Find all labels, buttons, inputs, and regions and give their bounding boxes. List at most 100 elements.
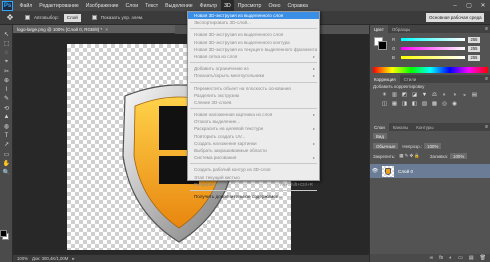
auto-select-checkbox[interactable]	[25, 15, 30, 20]
slider-track[interactable]	[401, 56, 465, 59]
maximize-icon[interactable]: ▢	[462, 0, 476, 11]
tool-icon[interactable]: ✂	[0, 67, 13, 76]
menu-3d-item[interactable]: Получить дополнительное содержимое...	[188, 193, 319, 200]
adjustment-icon[interactable]: ◉	[450, 100, 459, 108]
adjustment-icon[interactable]: ▦	[390, 100, 399, 108]
menu-item[interactable]: Слои	[122, 0, 142, 11]
auto-select-dropdown[interactable]: Слой	[63, 13, 81, 22]
menu-3d-item[interactable]: Раскрасить на целевой текстуре ▸	[188, 125, 319, 132]
layer-kind-filter[interactable]: Вид	[373, 133, 387, 139]
tool-icon[interactable]: ↗	[0, 140, 13, 149]
blend-mode-select[interactable]: Обычные	[373, 143, 399, 149]
menu-3d-item[interactable]: Новая 3D-экструзия из текущего выделенно…	[188, 46, 319, 53]
tool-icon[interactable]: ✋	[0, 159, 13, 168]
foreground-color-swatch[interactable]	[0, 230, 7, 237]
tab-styles[interactable]: Стили	[400, 75, 421, 83]
tool-icon[interactable]: ↖	[0, 30, 13, 39]
adjustment-icon[interactable]: ◧	[410, 100, 419, 108]
menu-3d-item[interactable]: Новая 3D-экструзия из выделенного слоя	[188, 31, 319, 38]
layers-footer-icon[interactable]: ▤	[469, 255, 474, 261]
tab-swatches[interactable]: Образцы	[388, 25, 414, 33]
tab-layers[interactable]: Слои	[370, 123, 389, 131]
adjustment-icon[interactable]: ◩	[400, 91, 409, 99]
menu-item[interactable]: Редактирование	[36, 0, 83, 11]
tab-color[interactable]: Цвет	[370, 25, 388, 33]
status-arrow-icon[interactable]: ▸	[72, 256, 74, 262]
tool-icon[interactable]: ◌	[0, 48, 13, 57]
adjustment-icon[interactable]: ▤	[470, 91, 479, 99]
document-tab[interactable]: logo-large.png @ 100% (Слой 0, RGB/8) * …	[13, 25, 175, 34]
tool-icon[interactable]: ▭	[0, 149, 13, 158]
layer-name[interactable]: Слой 0	[398, 169, 413, 174]
adjustment-icon[interactable]: ◑	[450, 91, 459, 99]
menu-3d-item[interactable]: Новая сетка из слоя ▸	[188, 53, 319, 60]
menu-3d-item[interactable]: Добавить ограничение из ▸	[188, 65, 319, 72]
menu-item[interactable]: Изображение	[82, 0, 122, 11]
color-spectrum[interactable]	[373, 67, 488, 73]
opacity-value[interactable]: 100%	[424, 143, 442, 149]
slider-g[interactable]: G 255	[392, 44, 488, 53]
adjustment-icon[interactable]: ☀	[380, 91, 389, 99]
tool-icon[interactable]: ⟲	[0, 104, 13, 113]
minimize-icon[interactable]: –	[448, 0, 462, 11]
adjustment-icon[interactable]: ◨	[400, 100, 409, 108]
menu-3d-item[interactable]: Экспортировать 3D-слой...	[188, 19, 319, 26]
panel-background-swatch[interactable]	[378, 41, 387, 50]
slider-value[interactable]: 255	[468, 45, 480, 52]
menu-item[interactable]: Окно	[265, 0, 284, 11]
tab-channels[interactable]: Каналы	[389, 123, 413, 131]
menu-3d-item[interactable]: Разделить экструзию	[188, 92, 319, 99]
menu-item[interactable]: 3D	[220, 0, 235, 11]
slider-value[interactable]: 255	[468, 54, 480, 61]
workspace-select[interactable]: Основная рабочая среда	[426, 13, 484, 22]
zoom-level[interactable]: 100%	[17, 256, 28, 261]
adjustment-icon[interactable]: ◫	[380, 100, 389, 108]
tool-icon[interactable]: ▲	[0, 113, 13, 122]
close-tab-icon[interactable]: ×	[105, 27, 108, 32]
slider-value[interactable]: 255	[468, 36, 480, 43]
tool-icon[interactable]: ⬚	[0, 39, 13, 48]
menu-3d-item[interactable]: Создать наложение картинки ▸	[188, 140, 319, 147]
layers-footer-icon[interactable]: ◐	[449, 255, 452, 261]
panel-menu-icon[interactable]: ≡	[485, 76, 488, 82]
menu-3d-item[interactable]: Система рисования ▸	[188, 154, 319, 161]
menu-3d-item[interactable]: Создать рабочий контур из 3D-слоя	[188, 166, 319, 173]
tab-paths[interactable]: Контуры	[412, 123, 437, 131]
menu-3d-item[interactable]: Рендеринг Alt+Shift+Ctrl+R	[188, 181, 319, 188]
menu-3d-item[interactable]: Сляние 3D-слоев	[188, 99, 319, 106]
tool-icon[interactable]: T	[0, 131, 13, 140]
adjustment-icon[interactable]: ◪	[410, 91, 419, 99]
slider-track[interactable]	[401, 47, 465, 50]
menu-3d-item[interactable]: Новая 3D-экструзия из выделенного контур…	[188, 39, 319, 46]
menu-3d-item[interactable]: Новая 3D-экструзия из выделенного слоя	[188, 12, 319, 20]
menu-3d-item[interactable]: Повторить создать UV...	[188, 133, 319, 140]
lock-icons[interactable]: ▦ ✎ ✥ 🔒	[399, 153, 420, 159]
tool-icon[interactable]: ✎	[0, 94, 13, 103]
adjustment-icon[interactable]: ▼	[420, 91, 429, 99]
slider-track[interactable]	[401, 38, 465, 41]
adjustment-icon[interactable]: ⚖	[430, 91, 439, 99]
show-transform-checkbox[interactable]	[91, 15, 97, 20]
tool-icon[interactable]: ⌇	[0, 85, 13, 94]
menu-3d-item[interactable]: Переместить объект на плоскость основани…	[188, 85, 319, 92]
visibility-eye-icon[interactable]: 👁	[370, 168, 380, 174]
layers-footer-icon[interactable]: ∞	[430, 255, 434, 261]
adjustment-icon[interactable]: ◐	[440, 91, 449, 99]
layers-footer-icon[interactable]: fx	[439, 255, 443, 261]
tool-icon[interactable]: ◍	[0, 122, 13, 131]
menu-item[interactable]: Файл	[16, 0, 36, 11]
move-tool-icon[interactable]: ✥	[3, 13, 17, 23]
adjustment-icon[interactable]: ◎	[440, 100, 449, 108]
panel-menu-icon[interactable]: ≡	[485, 124, 488, 130]
menu-item[interactable]: Фильтр	[196, 0, 220, 11]
tool-icon[interactable]: 🔍	[0, 168, 13, 177]
menu-item[interactable]: Текст	[142, 0, 162, 11]
menu-item[interactable]: Справка	[284, 0, 311, 11]
close-icon[interactable]: ✕	[476, 0, 490, 11]
slider-r[interactable]: R 255	[392, 35, 488, 44]
menu-3d-item[interactable]: Отокать выделение...	[188, 118, 319, 125]
adjustment-icon[interactable]: ▧	[420, 100, 429, 108]
panel-menu-icon[interactable]: ≡	[485, 26, 488, 32]
layers-footer-icon[interactable]: ▭	[458, 255, 463, 261]
menu-3d-item[interactable]: Этап текущий кистью	[188, 174, 319, 181]
